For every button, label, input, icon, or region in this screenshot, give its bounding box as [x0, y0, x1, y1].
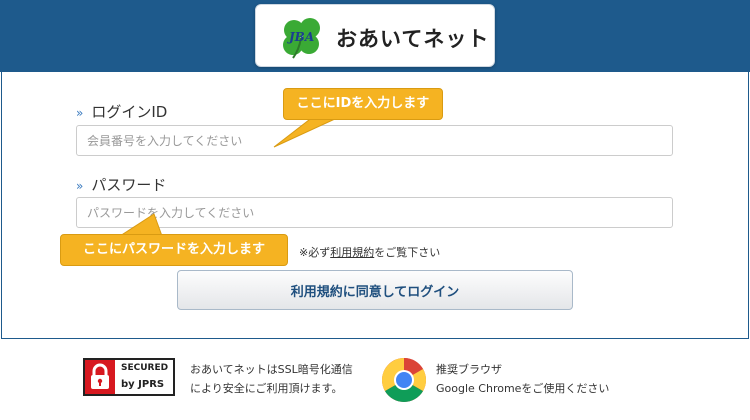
ssl-notice: おあいてネットはSSL暗号化通信 により安全にご利用頂けます。 — [190, 360, 353, 398]
seal-jprs-text: by JPRS — [121, 379, 165, 390]
site-logo[interactable]: JBA おあいてネット — [255, 4, 495, 67]
id-callout: ここにIDを入力します — [283, 88, 443, 120]
login-id-label-text: ログインID — [91, 103, 168, 121]
terms-notice-prefix: ※必ず — [299, 246, 331, 259]
jprs-seal: SECURED by JPRS — [83, 358, 175, 396]
terms-link[interactable]: 利用規約 — [330, 246, 374, 259]
ssl-notice-line2: により安全にご利用頂けます。 — [190, 382, 343, 395]
login-button[interactable]: 利用規約に同意してログイン — [177, 270, 573, 310]
terms-notice: ※必ず利用規約をご覧下さい — [299, 244, 440, 260]
chevron-right-icon: » — [76, 179, 84, 193]
chrome-icon — [382, 358, 426, 402]
padlock-icon — [91, 363, 109, 389]
recommended-browser-line2: Google Chromeをご使用ください — [436, 382, 610, 395]
terms-notice-suffix: をご覧下さい — [374, 246, 441, 259]
recommended-browser-line1: 推奨ブラウザ — [436, 363, 502, 376]
ssl-notice-line1: おあいてネットはSSL暗号化通信 — [190, 363, 353, 376]
logo-mark-text: JBA — [289, 30, 315, 44]
password-label-text: パスワード — [91, 176, 167, 194]
password-label: » パスワード — [76, 174, 166, 195]
login-id-label: » ログインID — [76, 101, 167, 122]
site-name: おあいてネット — [336, 27, 490, 51]
chevron-right-icon: » — [76, 106, 84, 120]
jprs-lock-badge — [85, 360, 115, 394]
seal-secured-text: SECURED — [121, 363, 169, 373]
recommended-browser: 推奨ブラウザ Google Chromeをご使用ください — [436, 360, 609, 398]
password-callout: ここにパスワードを入力します — [60, 234, 288, 266]
